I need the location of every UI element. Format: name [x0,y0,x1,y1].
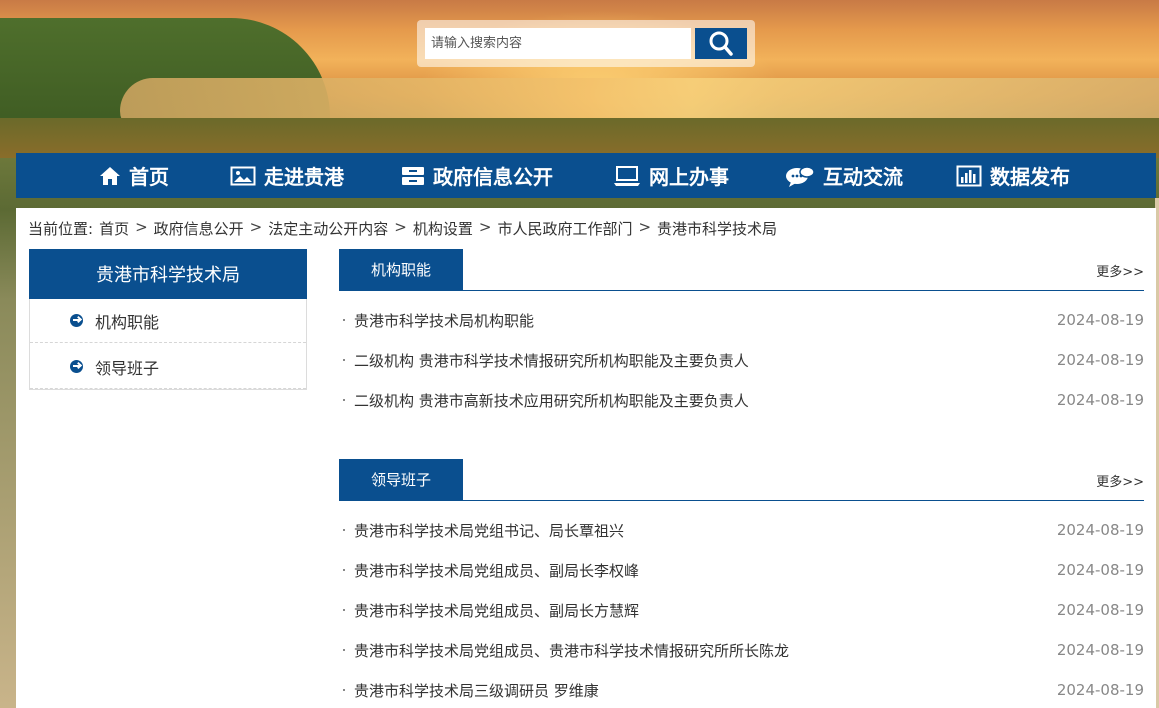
nav-item-label: 走进贵港 [264,165,344,189]
section-title: 机构职能 [339,249,463,290]
sidebar-title: 贵港市科学技术局 [29,249,307,299]
content-panel: 当前位置: 首页 > 政府信息公开 > 法定主动公开内容 > 机构设置 > 市人… [16,208,1156,708]
article-link[interactable]: 贵港市科学技术局党组成员、副局长李权峰 [354,560,639,581]
sidebar-item-functions[interactable]: 机构职能 [30,299,306,343]
nav-item-data-release[interactable]: 数据发布 [956,153,1070,198]
bullet-icon [343,319,345,321]
list-item: 贵港市科学技术局党组书记、局长覃祖兴 2024-08-19 [339,518,1144,542]
bullet-icon [343,529,345,531]
bullet-icon [343,609,345,611]
cabinet-icon [402,166,424,185]
breadcrumb: 当前位置: 首页 > 政府信息公开 > 法定主动公开内容 > 机构设置 > 市人… [28,218,777,239]
bullet-icon [343,689,345,691]
breadcrumb-separator: > [638,218,652,236]
nav-item-about[interactable]: 走进贵港 [230,153,344,198]
breadcrumb-separator: > [135,218,148,236]
list-item: 二级机构 贵港市高新技术应用研究所机构职能及主要负责人 2024-08-19 [339,388,1144,412]
breadcrumb-item[interactable]: 机构设置 [413,218,473,239]
nav-item-label: 首页 [129,165,169,189]
nav-item-label: 政府信息公开 [433,165,553,189]
list-item: 贵港市科学技术局党组成员、贵港市科学技术情报研究所所长陈龙 2024-08-19 [339,638,1144,662]
article-link[interactable]: 贵港市科学技术局机构职能 [354,310,534,331]
breadcrumb-separator: > [394,218,407,236]
article-link[interactable]: 贵港市科学技术局党组书记、局长覃祖兴 [354,520,624,541]
arrow-circle-icon [70,360,83,373]
article-link[interactable]: 贵港市科学技术局党组成员、贵港市科学技术情报研究所所长陈龙 [354,640,789,661]
bullet-icon [343,649,345,651]
breadcrumb-item[interactable]: 政府信息公开 [154,218,244,239]
sidebar-item-label: 机构职能 [95,312,160,332]
article-link[interactable]: 二级机构 贵港市高新技术应用研究所机构职能及主要负责人 [354,390,749,411]
banner-trees [0,118,1159,158]
picture-icon [230,166,256,185]
main-nav: 首页 走进贵港 政府信息公开 网上办事 互动交流 数据发布 [16,153,1156,198]
section-header: 领导班子 更多>> [339,459,1144,501]
article-date: 2024-08-19 [1056,391,1144,409]
article-date: 2024-08-19 [1056,641,1144,659]
list-item: 二级机构 贵港市科学技术情报研究所机构职能及主要负责人 2024-08-19 [339,348,1144,372]
article-link[interactable]: 贵港市科学技术局党组成员、副局长方慧辉 [354,600,639,621]
section-header: 机构职能 更多>> [339,249,1144,291]
breadcrumb-item[interactable]: 市人民政府工作部门 [497,218,632,239]
breadcrumb-separator: > [478,218,492,236]
search-button[interactable] [695,28,747,59]
more-link[interactable]: 更多>> [1096,471,1144,490]
sidebar: 贵港市科学技术局 机构职能 领导班子 [29,249,307,390]
article-date: 2024-08-19 [1056,681,1144,699]
breadcrumb-item[interactable]: 首页 [99,218,129,239]
bullet-icon [343,569,345,571]
article-link[interactable]: 二级机构 贵港市科学技术情报研究所机构职能及主要负责人 [354,350,749,371]
search-icon [709,31,733,56]
nav-item-interaction[interactable]: 互动交流 [785,153,903,198]
article-date: 2024-08-19 [1056,561,1144,579]
nav-item-label: 互动交流 [823,165,903,189]
list-item: 贵港市科学技术局三级调研员 罗维康 2024-08-19 [339,678,1144,702]
breadcrumb-separator: > [249,218,263,236]
more-link[interactable]: 更多>> [1096,261,1144,280]
article-link[interactable]: 贵港市科学技术局三级调研员 罗维康 [354,680,599,701]
nav-item-online-service[interactable]: 网上办事 [613,153,729,198]
nav-item-label: 网上办事 [649,165,729,189]
nav-item-home[interactable]: 首页 [99,153,169,198]
bar-chart-icon [956,165,982,186]
nav-item-gov-info[interactable]: 政府信息公开 [401,153,553,198]
breadcrumb-item[interactable]: 贵港市科学技术局 [657,218,777,239]
laptop-icon [614,165,640,186]
article-date: 2024-08-19 [1056,601,1144,619]
bullet-icon [343,399,345,401]
home-icon [100,166,120,185]
nav-item-label: 数据发布 [990,165,1070,189]
chat-icon [786,165,815,187]
article-date: 2024-08-19 [1056,311,1144,329]
list-item: 贵港市科学技术局党组成员、副局长方慧辉 2024-08-19 [339,598,1144,622]
section-leadership: 领导班子 更多>> 贵港市科学技术局党组书记、局长覃祖兴 2024-08-19 … [339,459,1144,700]
section-title: 领导班子 [339,459,463,500]
section-functions: 机构职能 更多>> 贵港市科学技术局机构职能 2024-08-19 二级机构 贵… [339,249,1144,410]
breadcrumb-item[interactable]: 法定主动公开内容 [268,218,388,239]
article-date: 2024-08-19 [1056,521,1144,539]
article-date: 2024-08-19 [1056,351,1144,369]
search-bar [417,20,755,67]
sidebar-item-leadership[interactable]: 领导班子 [30,345,306,389]
sidebar-item-label: 领导班子 [95,358,160,378]
list-item: 贵港市科学技术局机构职能 2024-08-19 [339,308,1144,332]
breadcrumb-prefix: 当前位置: [28,220,94,238]
list-item: 贵港市科学技术局党组成员、副局长李权峰 2024-08-19 [339,558,1144,582]
search-input[interactable] [425,28,691,59]
arrow-circle-icon [70,314,83,327]
bullet-icon [343,359,345,361]
